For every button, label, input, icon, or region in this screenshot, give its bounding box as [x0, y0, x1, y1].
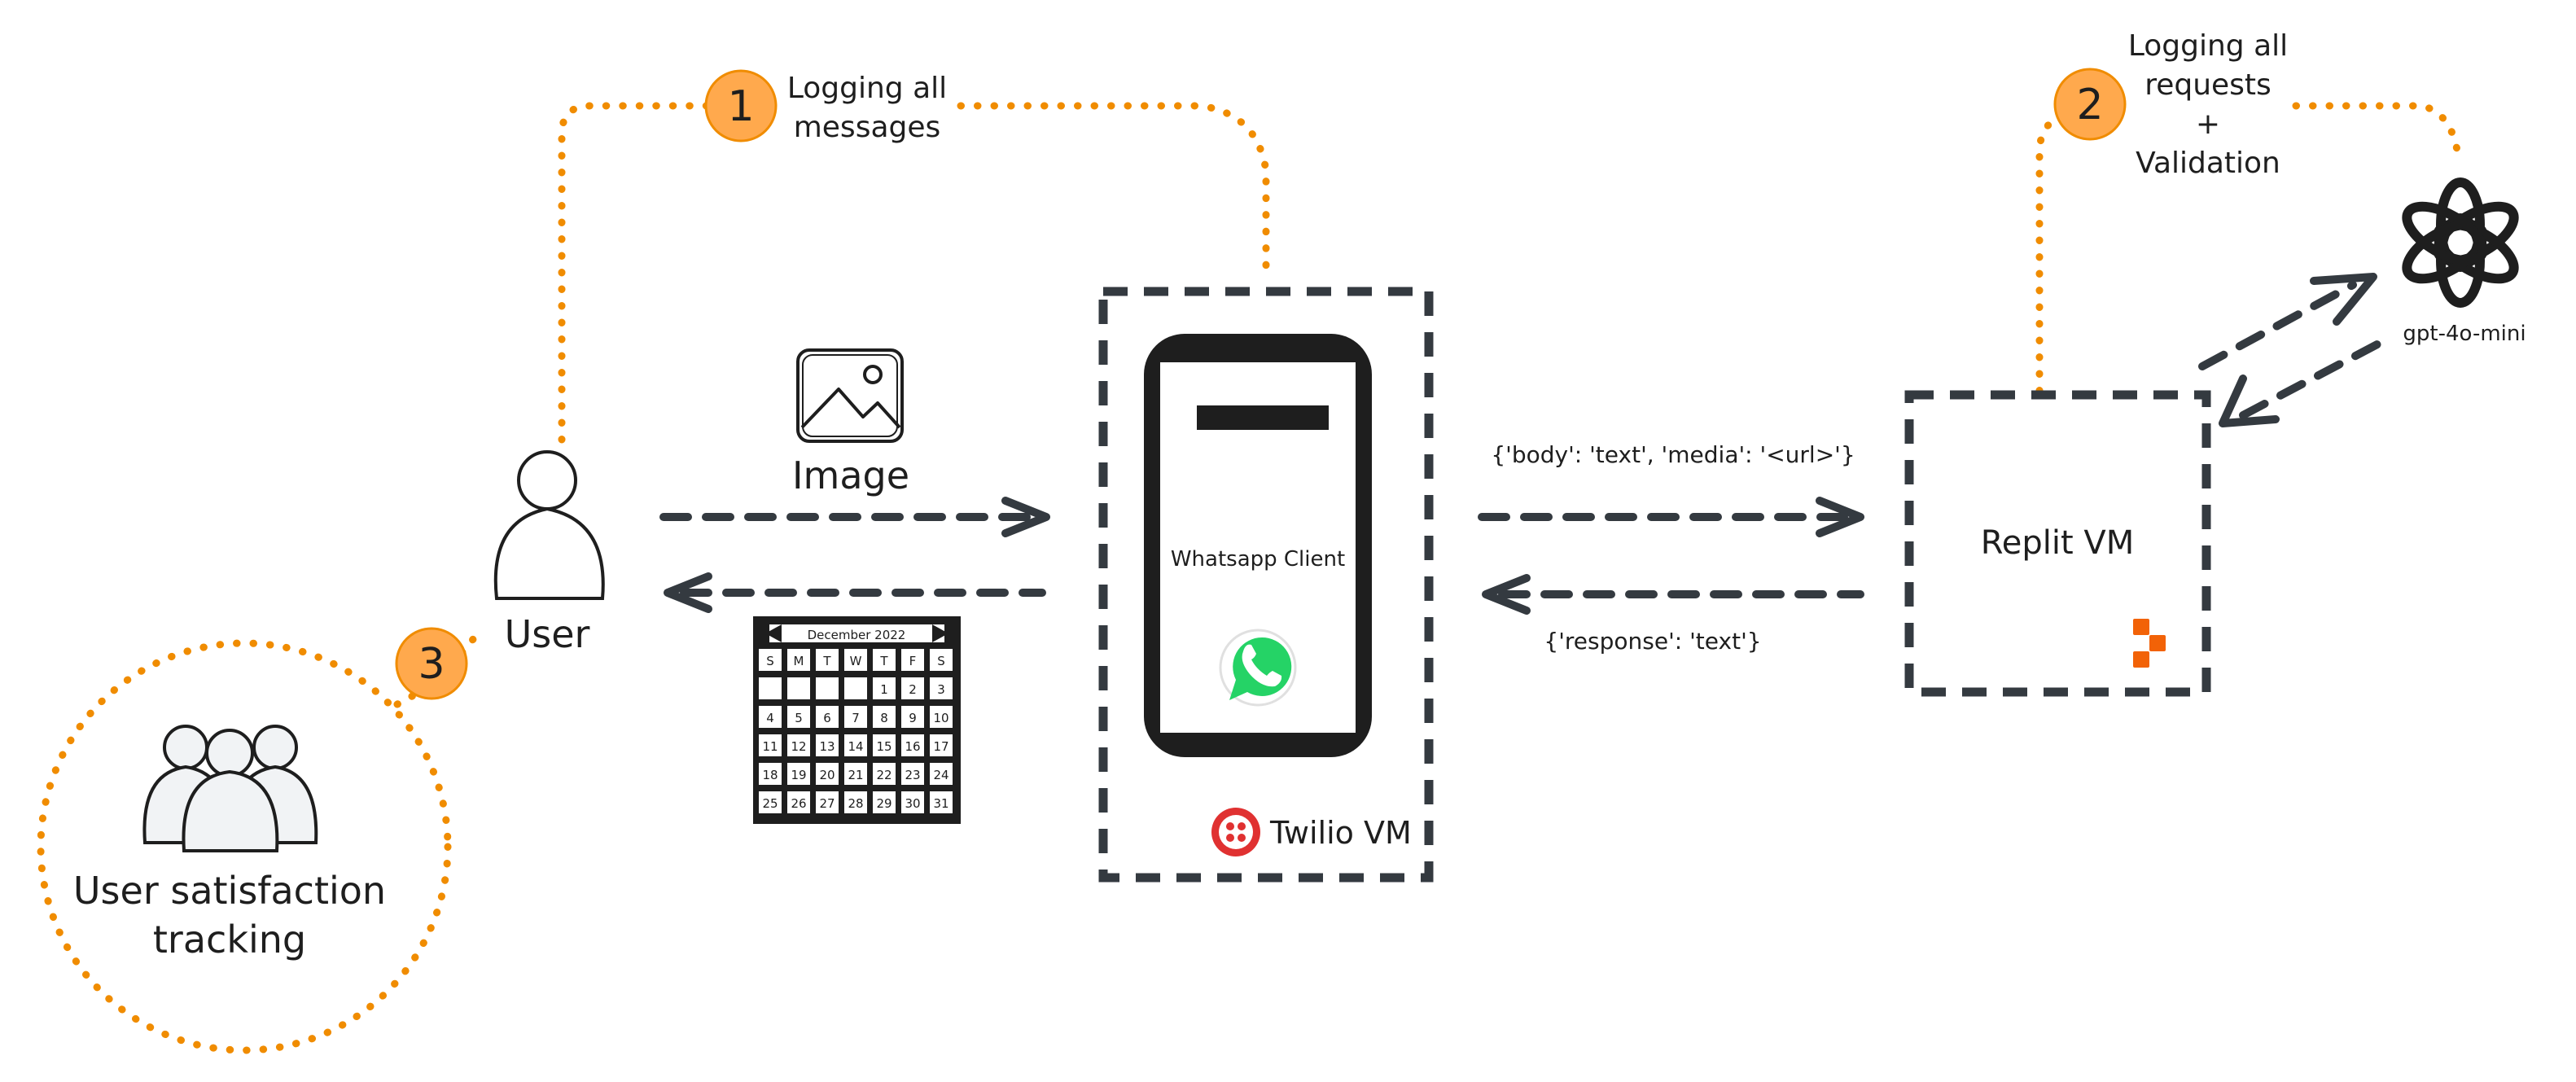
step-number-2: 2 — [2076, 81, 2103, 129]
step-label-2-line1: Logging all — [2128, 29, 2288, 63]
calendar-day: 19 — [791, 768, 806, 782]
phone-notch-bar — [1197, 405, 1329, 430]
image-label: Image — [792, 453, 909, 497]
calendar-day: 30 — [905, 796, 920, 811]
calendar-day: 31 — [933, 796, 948, 811]
calendar-day: 18 — [762, 768, 778, 782]
calendar-day: 20 — [819, 768, 835, 782]
logging-path-2 — [2035, 114, 2064, 395]
user-label: User — [505, 612, 590, 656]
calendar-weekday: T — [822, 654, 831, 668]
calendar-weekday: T — [879, 654, 888, 668]
calendar-day: 6 — [823, 711, 831, 725]
step-number-3: 3 — [418, 640, 445, 689]
openai-logo-icon — [2402, 177, 2519, 308]
step-badge-1: 1 — [704, 69, 778, 142]
step-label-2-line2: requests — [2144, 68, 2272, 102]
calendar-day: 8 — [880, 711, 888, 725]
arrow-replit-to-gpt — [2198, 273, 2377, 370]
twilio-vm-label: Twilio VM — [1269, 815, 1412, 851]
replit-vm-label: Replit VM — [1981, 524, 2135, 562]
calendar-day: 7 — [852, 711, 860, 725]
calendar-day: 16 — [905, 739, 920, 754]
users-group-icon — [142, 725, 318, 852]
request-payload-label: {'body': 'text', 'media': '<url>'} — [1491, 441, 1855, 468]
calendar-day: 12 — [791, 739, 806, 754]
calendar-day: 13 — [819, 739, 835, 754]
calendar-month-label: December 2022 — [808, 628, 906, 642]
calendar-day: 26 — [791, 796, 806, 811]
architecture-diagram: 1 Logging all messages 2 Logging all req… — [0, 0, 2576, 1078]
calendar-day: 27 — [819, 796, 835, 811]
calendar-weekday: F — [909, 654, 917, 668]
logging-path-2b — [2292, 102, 2463, 167]
step-label-2-line3: + — [2196, 107, 2220, 141]
calendar-day: 22 — [876, 768, 892, 782]
calendar-day: 24 — [933, 768, 948, 782]
calendar-cell — [759, 677, 782, 699]
logging-path-1b — [957, 102, 1270, 273]
step-label-1-line2: messages — [794, 111, 941, 144]
calendar-day: 3 — [937, 682, 945, 697]
calendar-weekday: S — [766, 654, 774, 668]
satisfaction-label-line1: User satisfaction — [73, 869, 386, 913]
calendar-day: 9 — [909, 711, 917, 725]
calendar-day: 5 — [795, 711, 803, 725]
calendar-icon: December 2022 S M T W T F S1 2 34 5 6 7 8 9 1011 12 13 14… — [753, 616, 961, 824]
calendar-day: 29 — [876, 796, 892, 811]
calendar-day: 11 — [762, 739, 778, 754]
calendar-weekday: W — [850, 654, 862, 668]
calendar-weekday: M — [794, 654, 804, 668]
user-icon — [493, 450, 605, 600]
arrow-replit-to-whatsapp — [1482, 574, 1864, 615]
calendar-day: 15 — [876, 739, 892, 754]
step-badge-2: 2 — [2053, 68, 2127, 141]
gpt-model-label: gpt-4o-mini — [2403, 322, 2526, 346]
calendar-weekday: S — [937, 654, 945, 668]
whatsapp-icon — [1219, 629, 1297, 707]
calendar-day: 25 — [762, 796, 778, 811]
response-payload-label: {'response': 'text'} — [1544, 628, 1761, 655]
calendar-day: 28 — [848, 796, 863, 811]
calendar-day: 10 — [933, 711, 948, 725]
calendar-cell — [844, 677, 867, 699]
calendar-day: 23 — [905, 768, 920, 782]
step-badge-3: 3 — [395, 627, 468, 700]
calendar-day: 17 — [933, 739, 948, 754]
calendar-day: 1 — [880, 682, 888, 697]
calendar-day: 14 — [848, 739, 863, 754]
replit-logo-icon — [2133, 619, 2166, 668]
arrow-whatsapp-to-user — [664, 572, 1046, 613]
step-label-1-line1: Logging all — [787, 72, 947, 105]
twilio-logo-icon — [1211, 808, 1260, 856]
arrow-gpt-to-replit — [2219, 334, 2394, 427]
diagram-canvas: 1 Logging all messages 2 Logging all req… — [37, 29, 2526, 1054]
calendar-cell — [816, 677, 839, 699]
logging-path-1 — [558, 102, 716, 444]
image-icon — [796, 348, 904, 443]
arrow-user-to-whatsapp — [659, 497, 1050, 537]
calendar-day: 4 — [766, 711, 774, 725]
step-label-2-line4: Validation — [2136, 147, 2280, 180]
calendar-day: 21 — [848, 768, 863, 782]
arrow-whatsapp-to-replit — [1478, 497, 1864, 537]
calendar-cell — [787, 677, 810, 699]
whatsapp-client-label: Whatsapp Client — [1171, 547, 1345, 572]
satisfaction-label-line2: tracking — [153, 918, 306, 962]
calendar-day: 2 — [909, 682, 917, 697]
step-number-1: 1 — [727, 82, 754, 131]
